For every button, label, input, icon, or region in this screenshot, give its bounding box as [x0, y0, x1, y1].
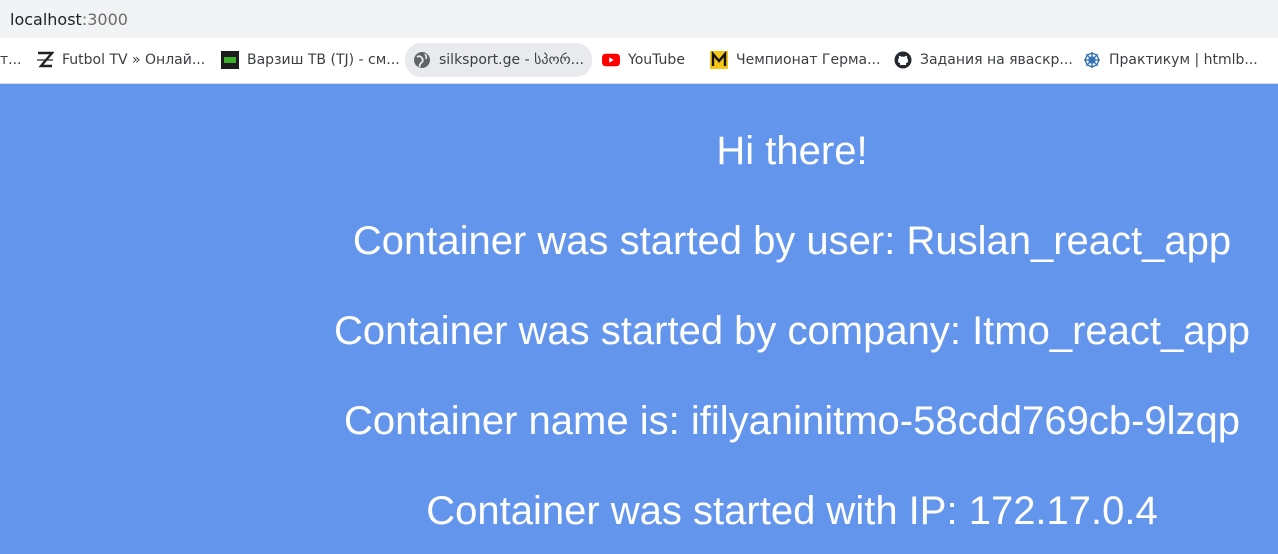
bookmark-chempionat[interactable]: Чемпионат Герма...	[702, 43, 888, 77]
address-bar[interactable]: localhost:3000	[0, 0, 1278, 38]
container-name-line: Container name is: ifilyaninitmo-58cdd76…	[343, 399, 1241, 443]
web-icon	[1083, 51, 1101, 69]
bookmark-label: Практикум | htmlb...	[1109, 52, 1258, 68]
url-text[interactable]: localhost:3000	[10, 10, 128, 29]
bookmark-label: Задания на яваскр...	[920, 52, 1073, 68]
url-host: localhost	[10, 10, 82, 29]
bookmark-github-tasks[interactable]: Задания на яваскр...	[886, 43, 1081, 77]
bookmark-label: т...	[0, 52, 22, 68]
m-logo-icon	[710, 51, 728, 69]
github-icon	[894, 51, 912, 69]
bookmark-silksport[interactable]: silksport.ge - სპორ...	[405, 43, 592, 77]
app-page: Hi there! Container was started by user:…	[0, 84, 1278, 554]
bookmark-youtube[interactable]: YouTube	[594, 43, 693, 77]
bookmark-label: YouTube	[628, 52, 685, 68]
url-port: :3000	[81, 10, 128, 29]
ip-line: Container was started with IP: 172.17.0.…	[426, 489, 1158, 533]
bookmark-label: Futbol TV » Онлай...	[62, 52, 206, 68]
company-line: Container was started by company: Itmo_r…	[333, 309, 1251, 353]
bookmark-label: Чемпионат Герма...	[736, 52, 881, 68]
bookmark-varzish[interactable]: Варзиш ТВ (TJ) - см...	[213, 43, 408, 77]
bookmark-label: Варзиш ТВ (TJ) - см...	[247, 52, 400, 68]
bookmark-partial[interactable]: т...	[0, 43, 30, 77]
globe-icon	[413, 51, 431, 69]
bookmark-futbol-tv[interactable]: Futbol TV » Онлай...	[28, 43, 213, 77]
bookmarks-bar: т... Futbol TV » Онлай... Варзиш ТВ (TJ)…	[0, 38, 1278, 103]
bookmark-label: silksport.ge - სპორ...	[439, 52, 584, 68]
varzish-icon	[221, 51, 239, 69]
user-line: Container was started by user: Ruslan_re…	[352, 219, 1232, 263]
z-logo-icon	[36, 51, 54, 69]
youtube-icon	[602, 51, 620, 69]
greeting-text: Hi there!	[716, 129, 868, 173]
bookmark-praktikum[interactable]: Практикум | htmlb...	[1075, 43, 1266, 77]
